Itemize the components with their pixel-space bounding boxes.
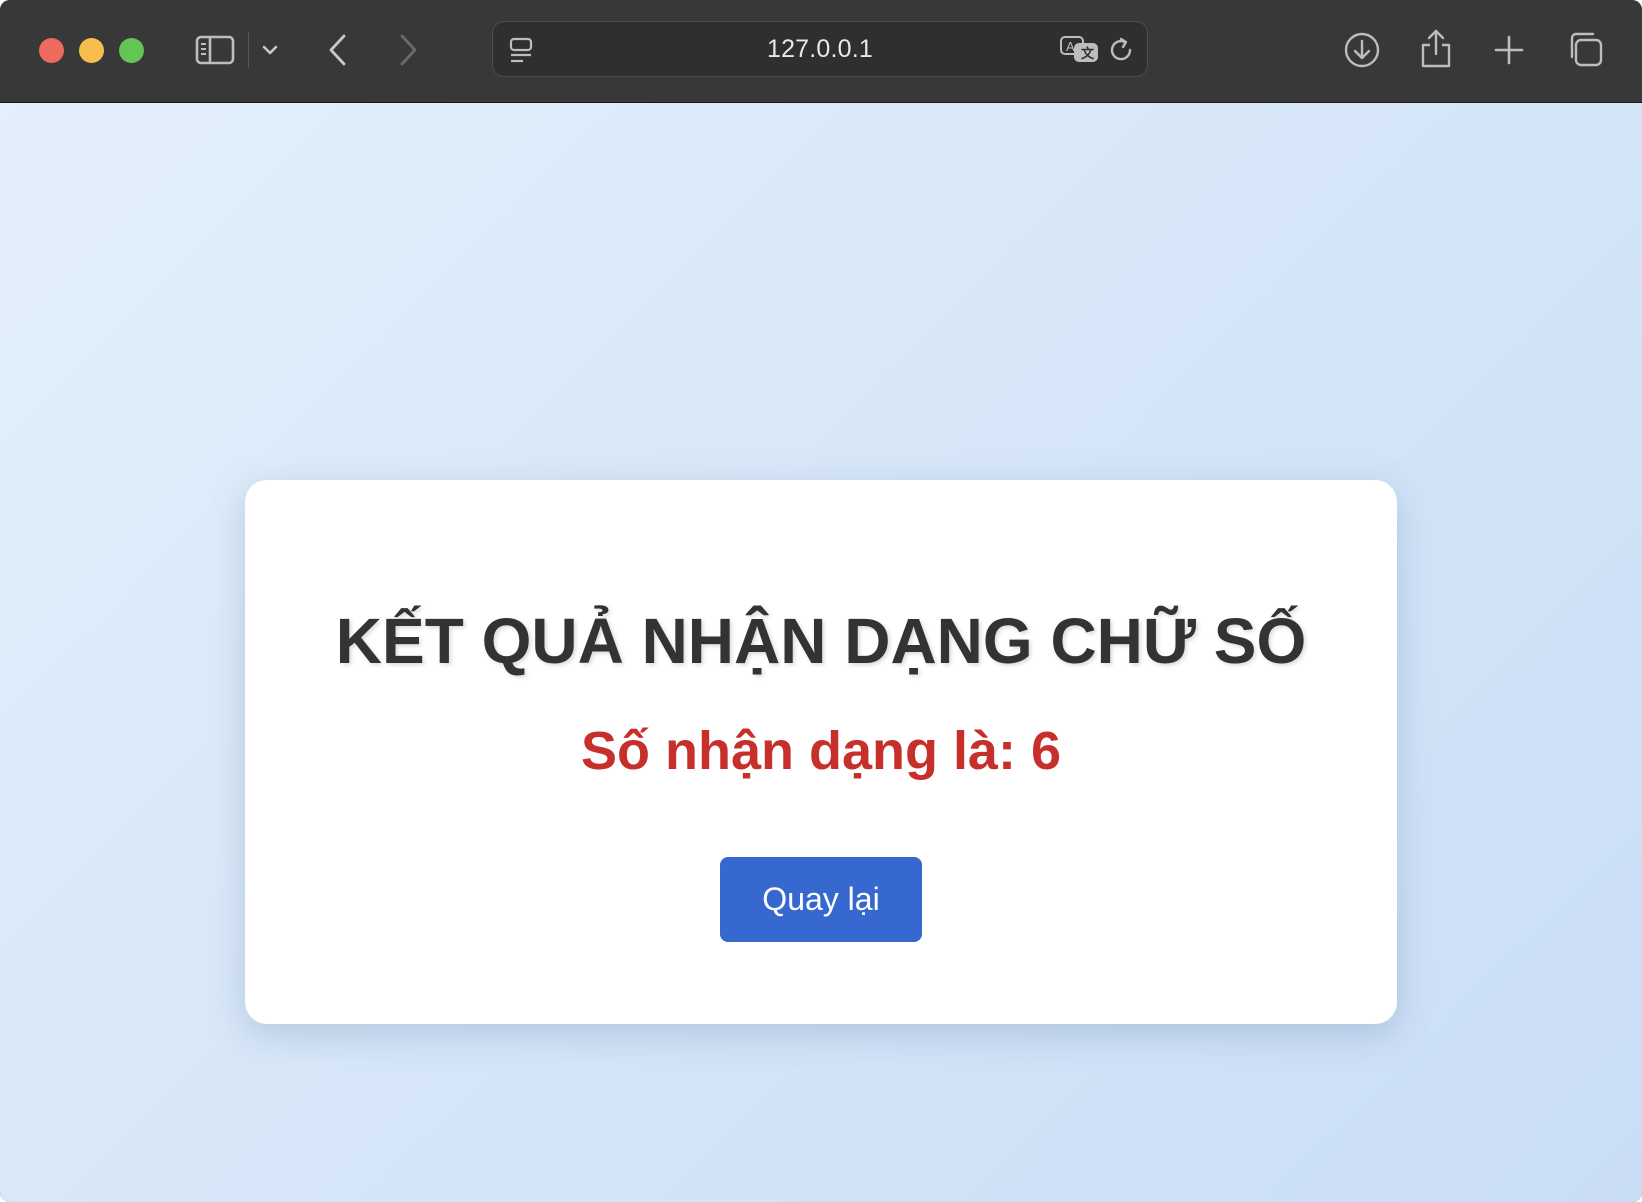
share-icon[interactable] (1418, 26, 1454, 70)
toolbar-divider (248, 32, 249, 68)
plus-icon[interactable] (1490, 30, 1528, 70)
page-content: KẾT QUẢ NHẬN DẠNG CHỮ SỐ Số nhận dạng là… (0, 103, 1642, 1202)
close-window-button[interactable] (39, 38, 64, 63)
chevron-left-icon[interactable] (322, 30, 354, 70)
svg-text:A: A (1066, 39, 1075, 54)
back-button[interactable]: Quay lại (720, 857, 922, 942)
chevron-right-icon[interactable] (392, 30, 424, 70)
zoom-window-button[interactable] (119, 38, 144, 63)
download-icon[interactable] (1342, 30, 1382, 70)
result-card: KẾT QUẢ NHẬN DẠNG CHỮ SỐ Số nhận dạng là… (245, 480, 1397, 1024)
browser-toolbar: 127.0.0.1 A 文 (0, 0, 1642, 103)
chevron-down-icon[interactable] (258, 36, 282, 64)
page-title: KẾT QUẢ NHẬN DẠNG CHỮ SỐ (335, 605, 1307, 677)
minimize-window-button[interactable] (79, 38, 104, 63)
translate-icon[interactable]: A 文 (1059, 34, 1101, 66)
address-bar[interactable]: 127.0.0.1 A 文 (492, 21, 1148, 77)
svg-text:文: 文 (1081, 46, 1095, 61)
url-text[interactable]: 127.0.0.1 (493, 22, 1147, 76)
browser-window: 127.0.0.1 A 文 KẾT QUẢ NHẬN DẠNG CHỮ SỐ S… (0, 0, 1642, 1202)
reload-icon[interactable] (1107, 35, 1137, 65)
tabs-overview-icon[interactable] (1564, 28, 1606, 70)
sidebar-icon[interactable] (192, 30, 238, 70)
recognition-result: Số nhận dạng là: 6 (580, 721, 1062, 781)
